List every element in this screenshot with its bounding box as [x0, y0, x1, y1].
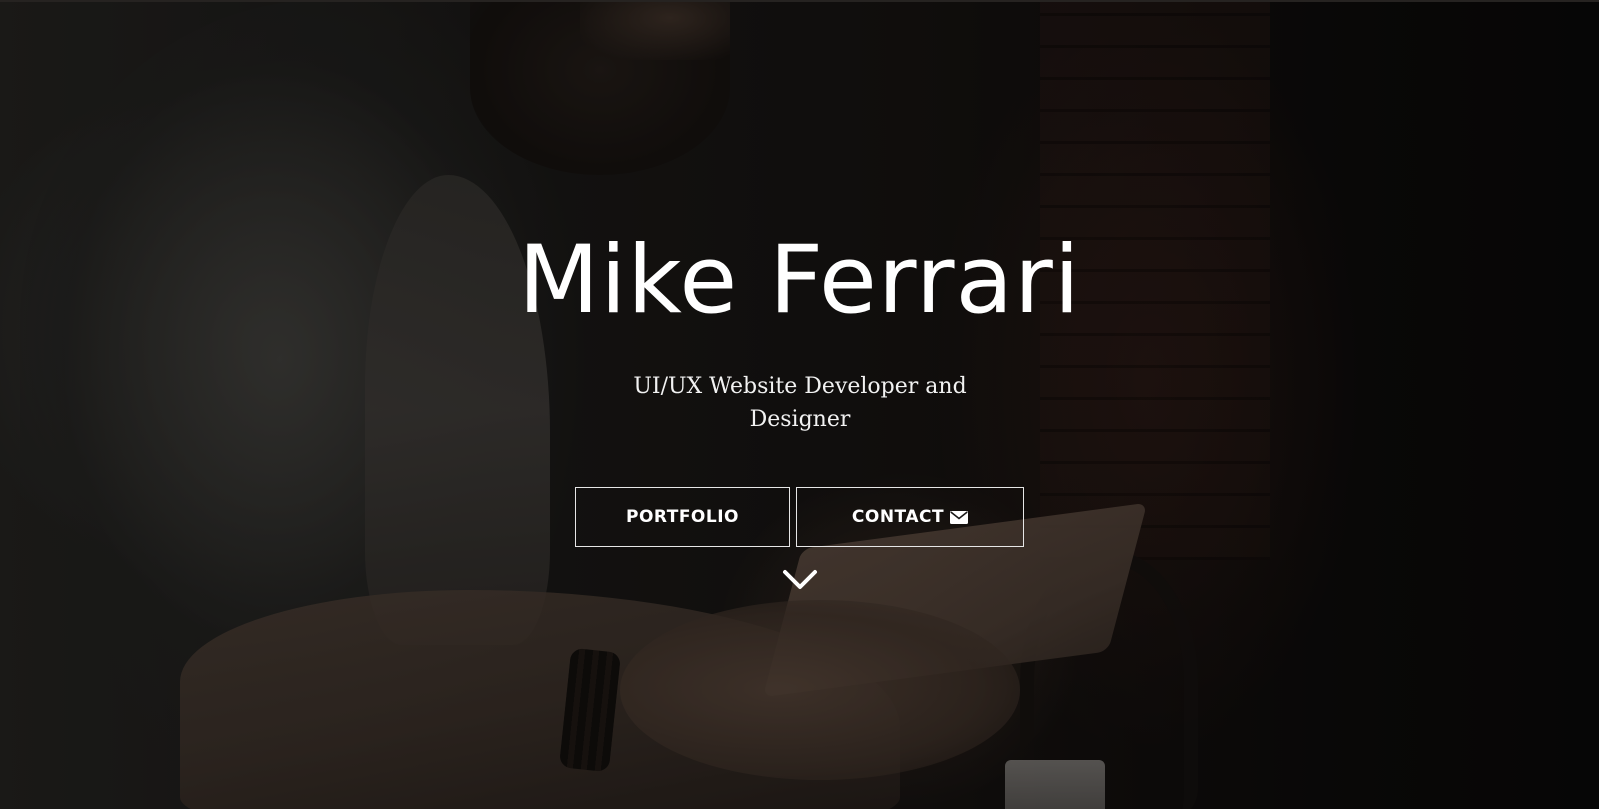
hero-tagline: UI/UX Website Developer and Designer	[633, 374, 967, 432]
hero-title: Mike Ferrari	[518, 226, 1081, 335]
hero-content: Mike Ferrari UI/UX Website Developer and…	[0, 0, 1599, 809]
contact-button[interactable]: CONTACT	[796, 487, 1024, 547]
portfolio-button[interactable]: PORTFOLIO	[575, 487, 790, 547]
chevron-down-icon	[783, 570, 817, 589]
hero-section: Mike Ferrari UI/UX Website Developer and…	[0, 0, 1599, 809]
envelope-icon	[950, 510, 969, 524]
contact-button-label: CONTACT	[851, 507, 945, 527]
portfolio-button-label: PORTFOLIO	[625, 507, 739, 527]
scroll-down-button[interactable]	[780, 565, 820, 595]
